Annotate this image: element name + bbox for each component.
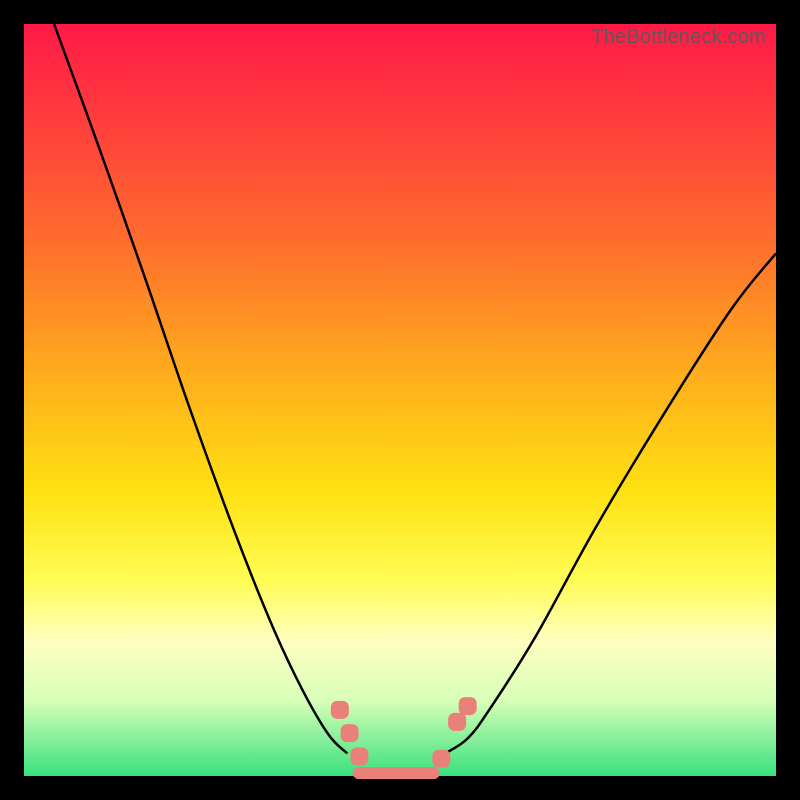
marker bbox=[341, 724, 359, 742]
marker bbox=[331, 701, 349, 719]
left-branch-group bbox=[54, 24, 347, 753]
chart-frame: TheBottleneck.com bbox=[0, 0, 800, 800]
marker bbox=[432, 750, 450, 768]
left-branch-path bbox=[54, 24, 347, 753]
marker bbox=[350, 747, 368, 765]
right-branch-group bbox=[445, 253, 776, 753]
chart-svg bbox=[24, 24, 776, 776]
markers-group bbox=[331, 697, 477, 768]
marker bbox=[459, 697, 477, 715]
plot-area: TheBottleneck.com bbox=[24, 24, 776, 776]
marker bbox=[448, 713, 466, 731]
right-branch-path bbox=[445, 253, 776, 753]
